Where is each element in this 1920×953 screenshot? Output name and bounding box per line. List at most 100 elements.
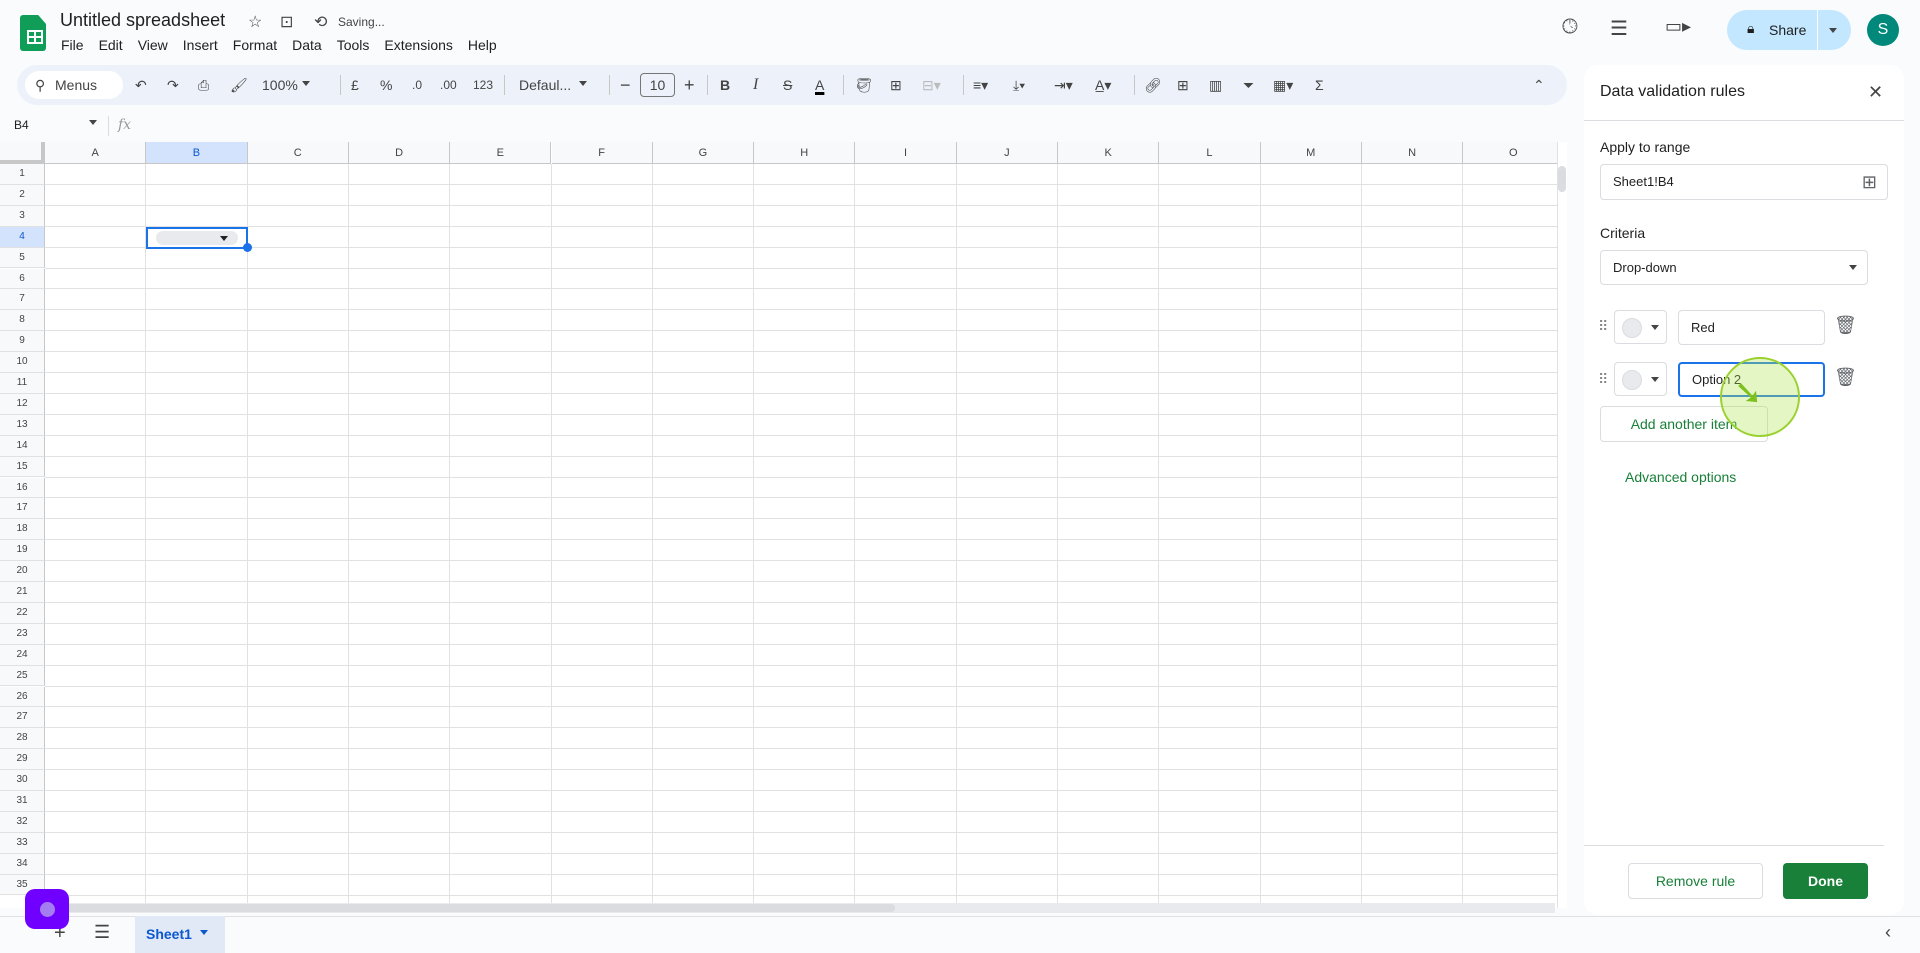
item-input[interactable]: Red — [1678, 310, 1825, 345]
font-size-input[interactable]: 10 — [640, 73, 675, 97]
share-dropdown-icon[interactable] — [1829, 28, 1837, 37]
column-header-k[interactable]: K — [1058, 142, 1160, 164]
row-header-23[interactable]: 23 — [0, 623, 45, 645]
item-color-picker[interactable] — [1614, 362, 1667, 396]
row-header-27[interactable]: 27 — [0, 707, 45, 729]
column-header-g[interactable]: G — [652, 142, 755, 164]
all-sheets-icon[interactable]: ☰ — [94, 922, 110, 943]
strikethrough-button[interactable]: S — [783, 65, 792, 105]
row-header-28[interactable]: 28 — [0, 728, 45, 750]
undo-icon[interactable]: ↶ — [135, 65, 147, 105]
row-header-2[interactable]: 2 — [0, 184, 45, 206]
row-header-34[interactable]: 34 — [0, 853, 45, 875]
item-color-picker[interactable] — [1614, 310, 1667, 344]
meet-icon[interactable]: ▭▸ — [1665, 16, 1691, 37]
row-header-33[interactable]: 33 — [0, 832, 45, 854]
row-header-21[interactable]: 21 — [0, 582, 45, 603]
italic-button[interactable]: I — [753, 65, 758, 105]
row-header-1[interactable]: 1 — [0, 164, 45, 185]
collapse-panel-icon[interactable]: ‹ — [1885, 922, 1891, 943]
column-header-e[interactable]: E — [450, 142, 552, 164]
text-rotation-icon[interactable]: A̲▾ — [1095, 65, 1111, 105]
increase-decimal-button[interactable]: .00 — [440, 65, 457, 105]
row-header-7[interactable]: 7 — [0, 289, 45, 311]
row-header-22[interactable]: 22 — [0, 602, 45, 624]
column-header-h[interactable]: H — [754, 142, 856, 164]
remove-rule-button[interactable]: Remove rule — [1628, 863, 1763, 899]
row-header-14[interactable]: 14 — [0, 435, 45, 457]
search-menus[interactable]: ⚲ Menus — [25, 71, 123, 99]
criteria-select[interactable]: Drop-down — [1600, 250, 1868, 285]
functions-button[interactable]: Σ — [1315, 65, 1324, 105]
row-header-10[interactable]: 10 — [0, 352, 45, 373]
row-header-8[interactable]: 8 — [0, 310, 45, 332]
sheet-tab-sheet1[interactable]: Sheet1 — [135, 916, 225, 953]
row-header-29[interactable]: 29 — [0, 749, 45, 771]
row-header-4[interactable]: 4 — [0, 226, 45, 248]
row-header-26[interactable]: 26 — [0, 686, 45, 708]
select-all-corner[interactable] — [0, 142, 45, 164]
comments-icon[interactable]: ☰ — [1610, 16, 1628, 41]
fill-color-icon[interactable]: 🪣︎ — [855, 65, 873, 105]
row-header-31[interactable]: 31 — [0, 791, 45, 812]
increase-font-size-button[interactable]: + — [684, 65, 695, 105]
version-history-icon[interactable]: 🕓︎ — [1562, 16, 1578, 39]
merge-cells-icon[interactable]: ⊟▾ — [922, 65, 941, 105]
insert-chart-icon[interactable]: ▥ — [1209, 65, 1222, 105]
row-header-15[interactable]: 15 — [0, 456, 45, 478]
insert-comment-icon[interactable]: ⊞ — [1177, 65, 1189, 105]
document-title[interactable]: Untitled spreadsheet — [60, 10, 225, 31]
fill-handle[interactable] — [242, 242, 252, 252]
menu-format[interactable]: Format — [233, 37, 277, 53]
share-button[interactable]: 🔒︎ Share — [1727, 10, 1851, 50]
vertical-scrollbar[interactable] — [1557, 142, 1567, 908]
drag-handle-icon[interactable]: ⠿ — [1598, 371, 1608, 388]
row-header-3[interactable]: 3 — [0, 205, 45, 227]
advanced-options-link[interactable]: Advanced options — [1625, 469, 1736, 485]
row-header-20[interactable]: 20 — [0, 561, 45, 582]
column-header-l[interactable]: L — [1159, 142, 1261, 164]
done-button[interactable]: Done — [1783, 863, 1868, 899]
column-header-j[interactable]: J — [956, 142, 1058, 164]
dropdown-chip[interactable] — [156, 230, 239, 245]
row-header-11[interactable]: 11 — [0, 373, 45, 394]
move-folder-icon[interactable]: ⊡ — [280, 12, 293, 32]
column-header-d[interactable]: D — [348, 142, 451, 164]
menu-edit[interactable]: Edit — [99, 37, 123, 53]
row-header-12[interactable]: 12 — [0, 393, 45, 415]
menu-extensions[interactable]: Extensions — [384, 37, 452, 53]
menu-tools[interactable]: Tools — [337, 37, 370, 53]
row-header-32[interactable]: 32 — [0, 811, 45, 833]
decrease-font-size-button[interactable]: − — [620, 65, 631, 105]
currency-button[interactable]: £ — [351, 65, 359, 105]
column-header-b[interactable]: B — [146, 142, 248, 164]
row-header-19[interactable]: 19 — [0, 540, 45, 562]
column-header-a[interactable]: A — [45, 142, 147, 164]
recorder-widget[interactable] — [25, 889, 69, 929]
row-header-5[interactable]: 5 — [0, 247, 45, 269]
bold-button[interactable]: B — [720, 65, 730, 105]
row-header-30[interactable]: 30 — [0, 770, 45, 791]
menu-help[interactable]: Help — [468, 37, 497, 53]
delete-item-icon[interactable]: 🗑︎ — [1834, 315, 1857, 336]
menu-data[interactable]: Data — [292, 37, 322, 53]
row-header-18[interactable]: 18 — [0, 519, 45, 541]
star-icon[interactable]: ☆ — [248, 12, 262, 32]
percent-button[interactable]: % — [380, 65, 392, 105]
text-color-button[interactable]: A — [815, 65, 824, 105]
insert-link-icon[interactable]: 🔗︎ — [1144, 65, 1162, 105]
decrease-decimal-button[interactable]: .0 — [412, 65, 422, 105]
name-box[interactable]: B4 — [14, 118, 97, 132]
row-header-9[interactable]: 9 — [0, 331, 45, 353]
redo-icon[interactable]: ↷ — [167, 65, 179, 105]
menu-insert[interactable]: Insert — [183, 37, 218, 53]
row-header-24[interactable]: 24 — [0, 644, 45, 666]
borders-icon[interactable]: ⊞ — [890, 65, 902, 105]
horizontal-scroll-thumb[interactable] — [45, 904, 895, 912]
sheets-logo[interactable] — [20, 15, 46, 51]
column-header-f[interactable]: F — [551, 142, 653, 164]
formula-bar[interactable]: fx — [118, 117, 131, 133]
range-input[interactable]: Sheet1!B4 ⊞ — [1600, 164, 1888, 200]
column-header-o[interactable]: O — [1463, 142, 1557, 164]
menu-view[interactable]: View — [138, 37, 168, 53]
